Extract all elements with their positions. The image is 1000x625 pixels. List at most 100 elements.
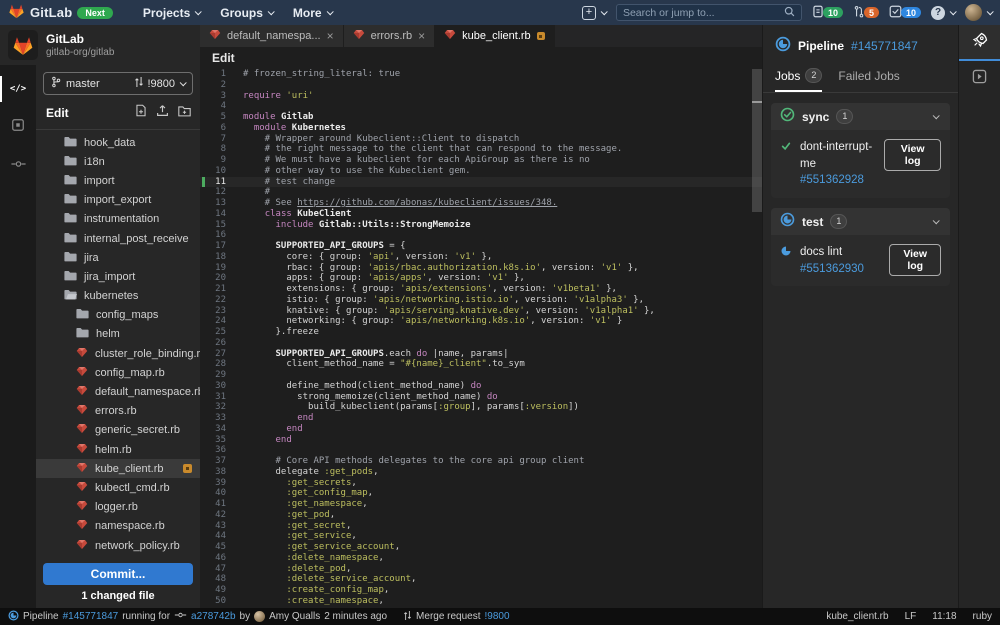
- menu-more[interactable]: More: [293, 6, 334, 20]
- code-line-42[interactable]: 42 :get_pod,: [200, 510, 762, 521]
- code-line-27[interactable]: 27 SUPPORTED_API_GROUPS.each do |name, p…: [200, 349, 762, 360]
- folder-row-instrumentation[interactable]: instrumentation: [36, 210, 200, 229]
- code-line-8[interactable]: 8 # the right message to the client that…: [200, 144, 762, 155]
- folder-row-kubernetes[interactable]: kubernetes: [36, 287, 200, 306]
- code-line-49[interactable]: 49 :create_config_map,: [200, 585, 762, 596]
- code-line-20[interactable]: 20 apps: { group: 'apis/apps', version: …: [200, 273, 762, 284]
- code-line-38[interactable]: 38 delegate :get_pods,: [200, 467, 762, 478]
- pipelines-panel-button[interactable]: [958, 25, 1000, 61]
- file-row-kube_client.rb[interactable]: kube_client.rb: [36, 459, 200, 479]
- gitlab-brand[interactable]: GitLab Next: [8, 3, 113, 22]
- code-line-13[interactable]: 13 # See https://github.com/abonas/kubec…: [200, 198, 762, 209]
- code-line-34[interactable]: 34 end: [200, 424, 762, 435]
- code-line-33[interactable]: 33 end: [200, 413, 762, 424]
- code-line-30[interactable]: 30 define_method(client_method_name) do: [200, 381, 762, 392]
- merge-request-link[interactable]: !9800: [485, 611, 510, 622]
- commit-button[interactable]: Commit...: [43, 563, 193, 585]
- job-id-link[interactable]: #551362928: [800, 174, 864, 186]
- code-line-11[interactable]: 11 # test change: [200, 176, 762, 188]
- file-row-helm.rb[interactable]: helm.rb: [36, 440, 200, 459]
- code-line-7[interactable]: 7 # Wrapper around Kubeclient::Client to…: [200, 134, 762, 145]
- folder-row-hook_data[interactable]: hook_data: [36, 133, 200, 152]
- review-mode-button[interactable]: [0, 111, 36, 143]
- code-line-19[interactable]: 19 rbac: { group: 'apis/rbac.authorizati…: [200, 263, 762, 274]
- folder-row-import[interactable]: import: [36, 171, 200, 190]
- code-line-18[interactable]: 18 core: { group: 'api', version: 'v1' }…: [200, 252, 762, 263]
- commit-sha-link[interactable]: a278742b: [191, 611, 236, 622]
- help-menu[interactable]: ?: [931, 5, 957, 20]
- code-line-10[interactable]: 10 # other way to use the Kubeclient gem…: [200, 166, 762, 177]
- code-line-15[interactable]: 15 include Gitlab::Utils::StrongMemoize: [200, 220, 762, 231]
- code-line-17[interactable]: 17 SUPPORTED_API_GROUPS = {: [200, 241, 762, 252]
- code-editor[interactable]: 1 # frozen_string_literal: true 2 3 require …: [200, 69, 762, 608]
- code-line-5[interactable]: 5 module Gitlab: [200, 112, 762, 123]
- issues-button[interactable]: 10: [812, 5, 843, 21]
- code-line-43[interactable]: 43 :get_secret,: [200, 521, 762, 532]
- new-menu-button[interactable]: +: [581, 5, 608, 20]
- statusbar-filename[interactable]: kube_client.rb: [826, 611, 888, 622]
- view-log-button[interactable]: View log: [884, 139, 941, 171]
- file-row-logger.rb[interactable]: logger.rb: [36, 498, 200, 517]
- tab-jobs[interactable]: Jobs 2: [775, 68, 823, 92]
- folder-row-jira[interactable]: jira: [36, 248, 200, 267]
- folder-row-helm[interactable]: helm: [36, 325, 200, 344]
- code-line-21[interactable]: 21 extensions: { group: 'apis/extensions…: [200, 284, 762, 295]
- code-line-36[interactable]: 36: [200, 445, 762, 456]
- stage-header-sync[interactable]: sync 1: [771, 103, 950, 130]
- folder-row-import_export[interactable]: import_export: [36, 191, 200, 210]
- job-id-link[interactable]: #551362930: [800, 263, 864, 275]
- code-line-29[interactable]: 29: [200, 370, 762, 381]
- branch-selector[interactable]: master !9800: [43, 72, 193, 95]
- pipeline-id-link[interactable]: #145771847: [63, 611, 119, 622]
- menu-projects[interactable]: Projects: [143, 6, 202, 20]
- code-line-12[interactable]: 12 #: [200, 187, 762, 198]
- file-row-errors.rb[interactable]: errors.rb: [36, 402, 200, 421]
- code-line-48[interactable]: 48 :delete_service_account,: [200, 574, 762, 585]
- editor-scrollbar[interactable]: [752, 69, 762, 608]
- code-line-9[interactable]: 9 # We must have a kubeclient for each A…: [200, 155, 762, 166]
- edit-mode-button[interactable]: </>: [0, 73, 36, 105]
- code-line-45[interactable]: 45 :get_service_account,: [200, 542, 762, 553]
- code-line-14[interactable]: 14 class KubeClient: [200, 209, 762, 220]
- user-menu[interactable]: [965, 4, 994, 21]
- code-line-46[interactable]: 46 :delete_namespace,: [200, 553, 762, 564]
- merge-requests-button[interactable]: 5: [853, 5, 879, 21]
- file-row-pod.rb[interactable]: pod.rb: [36, 555, 200, 558]
- code-line-32[interactable]: 32 build_kubeclient(params[:group], para…: [200, 402, 762, 413]
- folder-row-internal_post_receive[interactable]: internal_post_receive: [36, 229, 200, 248]
- statusbar-cursor-position[interactable]: 11:18: [932, 611, 956, 622]
- code-line-41[interactable]: 41 :get_namespace,: [200, 499, 762, 510]
- code-line-26[interactable]: 26: [200, 338, 762, 349]
- menu-groups[interactable]: Groups: [220, 6, 275, 20]
- close-icon[interactable]: ×: [327, 30, 334, 42]
- code-line-22[interactable]: 22 istio: { group: 'apis/networking.isti…: [200, 295, 762, 306]
- search-input[interactable]: [622, 6, 780, 19]
- new-folder-icon[interactable]: [178, 104, 191, 122]
- close-icon[interactable]: ×: [418, 30, 425, 42]
- code-line-28[interactable]: 28 client_method_name = "#{name}_client"…: [200, 359, 762, 370]
- scrollbar-thumb[interactable]: [752, 69, 762, 212]
- project-header[interactable]: GitLab gitlab-org/gitlab: [0, 25, 200, 65]
- code-line-24[interactable]: 24 networking: { group: 'apis/networking…: [200, 316, 762, 327]
- file-row-config_map.rb[interactable]: config_map.rb: [36, 363, 200, 382]
- statusbar-language[interactable]: ruby: [973, 611, 992, 622]
- code-line-23[interactable]: 23 knative: { group: 'apis/serving.knati…: [200, 306, 762, 317]
- file-row-cluster_role_binding.rb[interactable]: cluster_role_binding.rb: [36, 344, 200, 363]
- code-line-40[interactable]: 40 :get_config_map,: [200, 488, 762, 499]
- statusbar-eol[interactable]: LF: [905, 611, 917, 622]
- editor-tab-default_namespa...[interactable]: default_namespa... ×: [200, 25, 344, 47]
- code-line-50[interactable]: 50 :create_namespace,: [200, 596, 762, 607]
- code-line-31[interactable]: 31 strong_memoize(client_method_name) do: [200, 392, 762, 403]
- upload-file-icon[interactable]: [156, 104, 169, 122]
- code-line-6[interactable]: 6 module Kubernetes: [200, 123, 762, 134]
- code-line-2[interactable]: 2: [200, 80, 762, 91]
- code-line-1[interactable]: 1 # frozen_string_literal: true: [200, 69, 762, 80]
- view-log-button[interactable]: View log: [889, 244, 941, 277]
- new-file-icon[interactable]: [135, 104, 147, 122]
- code-line-35[interactable]: 35 end: [200, 435, 762, 446]
- code-line-25[interactable]: 25 }.freeze: [200, 327, 762, 338]
- code-line-47[interactable]: 47 :delete_pod,: [200, 564, 762, 575]
- stage-header-test[interactable]: test 1: [771, 208, 950, 236]
- editor-tab-kube_client.rb[interactable]: kube_client.rb: [435, 25, 555, 47]
- file-row-kubectl_cmd.rb[interactable]: kubectl_cmd.rb: [36, 478, 200, 497]
